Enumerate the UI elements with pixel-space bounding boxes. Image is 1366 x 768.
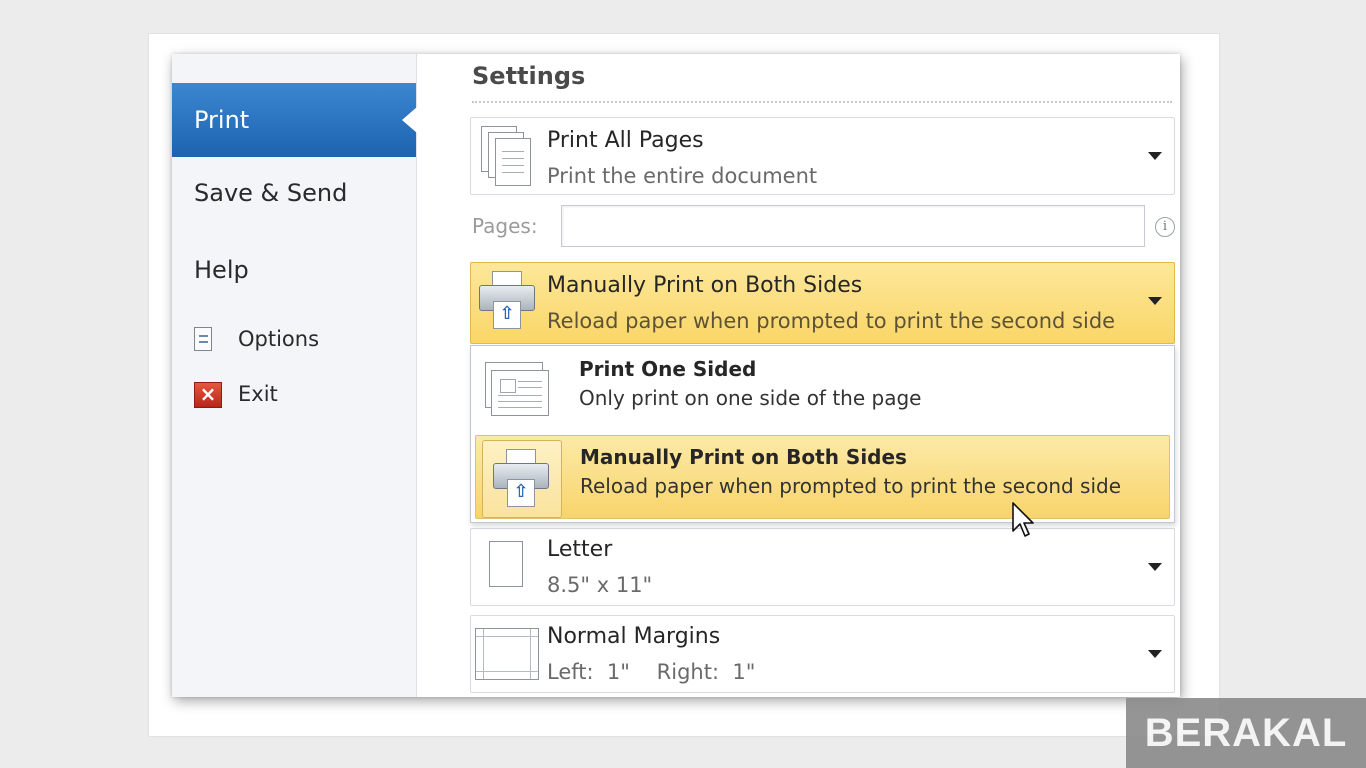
single-sided-icon: [485, 362, 551, 420]
paper-icon: [489, 541, 523, 587]
nav-item-exit[interactable]: × Exit: [194, 382, 278, 408]
chevron-down-icon[interactable]: [1148, 563, 1162, 571]
nav-item-options[interactable]: Options: [194, 327, 319, 351]
watermark-logo: BERAKAL: [1126, 698, 1366, 768]
duplex-options-list: Print One Sided Only print on one side o…: [470, 345, 1175, 523]
backstage-nav: Print Save & Send Help Options × Exit: [172, 54, 417, 697]
heading-divider: [472, 101, 1172, 103]
paper-size-title: Letter: [547, 537, 613, 562]
active-notch: [402, 107, 417, 133]
pages-stack-icon: [481, 126, 537, 188]
nav-exit-label: Exit: [238, 382, 278, 406]
exit-icon: ×: [194, 382, 222, 408]
option-manual-duplex[interactable]: ⇧ Manually Print on Both Sides Reload pa…: [475, 435, 1170, 519]
chevron-down-icon[interactable]: [1148, 297, 1162, 305]
options-icon: [194, 327, 216, 351]
margins-title: Normal Margins: [547, 624, 721, 649]
margins-icon: [475, 628, 539, 680]
duplex-title: Manually Print on Both Sides: [547, 273, 863, 298]
nav-item-save-send[interactable]: Save & Send: [194, 179, 347, 207]
pages-input[interactable]: [561, 205, 1145, 247]
info-icon[interactable]: i: [1155, 217, 1175, 237]
nav-item-print[interactable]: Print: [172, 83, 417, 157]
option-print-one-sided[interactable]: Print One Sided Only print on one side o…: [475, 348, 1170, 432]
nav-item-help[interactable]: Help: [194, 256, 249, 284]
nav-options-label: Options: [238, 327, 320, 351]
printer-duplex-icon: ⇧: [477, 271, 537, 331]
paper-size-subtitle: 8.5" x 11": [547, 573, 653, 597]
print-range-dropdown[interactable]: Print All Pages Print the entire documen…: [470, 117, 1175, 195]
option-duplex-subtitle: Reload paper when prompted to print the …: [580, 474, 1122, 498]
settings-heading: Settings: [472, 62, 586, 90]
duplex-dropdown[interactable]: ⇧ Manually Print on Both Sides Reload pa…: [470, 262, 1175, 344]
duplex-subtitle: Reload paper when prompted to print the …: [547, 309, 1116, 333]
print-range-subtitle: Print the entire document: [547, 164, 818, 188]
margins-dropdown[interactable]: Normal Margins Left: 1" Right: 1": [470, 615, 1175, 693]
option-one-sided-title: Print One Sided: [579, 357, 757, 381]
chevron-down-icon[interactable]: [1148, 650, 1162, 658]
paper-size-dropdown[interactable]: Letter 8.5" x 11": [470, 528, 1175, 606]
backstage-window: Print Save & Send Help Options × Exit Se…: [172, 54, 1180, 697]
option-duplex-title: Manually Print on Both Sides: [580, 445, 907, 469]
pages-label: Pages:: [472, 214, 538, 238]
margins-subtitle: Left: 1" Right: 1": [547, 660, 756, 684]
watermark-text: BERAKAL: [1144, 710, 1348, 755]
mouse-cursor-icon: [1012, 502, 1034, 537]
chevron-down-icon[interactable]: [1148, 152, 1162, 160]
nav-print-label: Print: [194, 106, 250, 134]
printer-duplex-icon: ⇧: [482, 440, 562, 518]
option-one-sided-subtitle: Only print on one side of the page: [579, 386, 922, 410]
print-range-title: Print All Pages: [547, 128, 704, 153]
